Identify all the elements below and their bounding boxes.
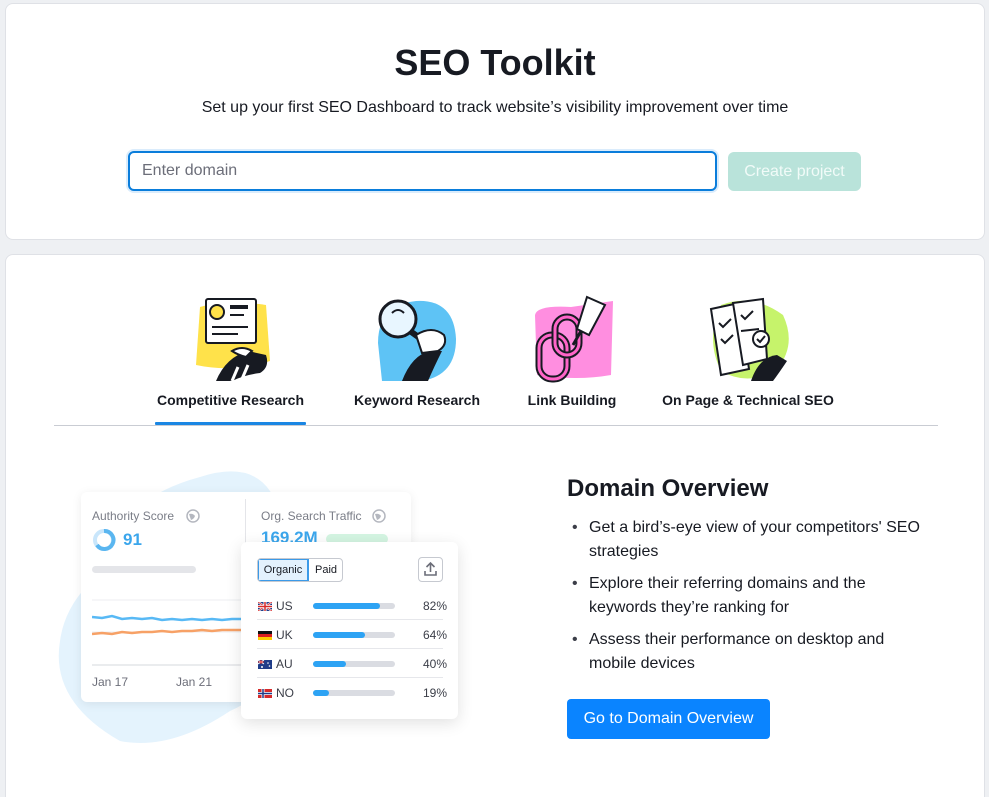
tab-label: Competitive Research — [156, 392, 305, 408]
placeholder-bar — [92, 566, 196, 573]
domain-overview-title: Domain Overview — [567, 475, 769, 502]
organic-toggle-button[interactable]: Organic — [258, 559, 309, 581]
create-project-button[interactable]: Create project — [728, 152, 861, 191]
share-bar-fill — [313, 661, 346, 667]
active-tab-indicator — [155, 422, 306, 425]
competitive-research-illustration-icon — [195, 298, 270, 382]
tab-on-page-technical-seo[interactable]: On Page & Technical SEO — [661, 295, 835, 415]
go-to-domain-overview-button[interactable]: Go to Domain Overview — [567, 699, 770, 739]
share-bar-track — [313, 603, 395, 609]
checklist-illustration-icon — [709, 297, 789, 381]
x-axis-label: Jan 21 — [176, 675, 213, 689]
country-row-no: NO 19% — [257, 677, 447, 706]
organic-paid-toggle: Organic Paid — [257, 558, 343, 582]
org-search-traffic-label: Org. Search Traffic — [261, 509, 362, 523]
bullet-item: Assess their performance on desktop and … — [567, 628, 927, 676]
share-percent: 19% — [422, 686, 447, 700]
share-bar-fill — [313, 690, 329, 696]
country-traffic-panel: Organic Paid US 82% UK 64% AU 40% NO 19% — [241, 542, 458, 719]
country-code: NO — [276, 686, 294, 700]
tabs-divider — [54, 425, 938, 426]
chain-link-illustration-icon — [535, 295, 613, 383]
country-row-uk: UK 64% — [257, 619, 447, 648]
domain-input[interactable] — [128, 151, 717, 191]
page-subtitle: Set up your first SEO Dashboard to track… — [201, 99, 789, 116]
tab-label: Keyword Research — [353, 392, 481, 408]
share-bar-track — [313, 690, 395, 696]
authority-ring-icon — [93, 529, 116, 551]
magnifier-illustration-icon — [378, 299, 456, 381]
tab-label: On Page & Technical SEO — [662, 392, 834, 408]
australia-flag-icon — [258, 660, 272, 669]
paid-toggle-button[interactable]: Paid — [309, 559, 342, 581]
setup-card: SEO Toolkit Set up your first SEO Dashbo… — [5, 3, 985, 240]
share-bar-fill — [313, 603, 381, 609]
share-bar-fill — [313, 632, 366, 638]
tab-link-building[interactable]: Link Building — [524, 295, 620, 415]
authority-score-label: Authority Score — [92, 509, 175, 523]
export-button[interactable] — [418, 557, 443, 582]
tab-keyword-research[interactable]: Keyword Research — [347, 295, 487, 415]
upload-icon — [424, 561, 437, 576]
domain-overview-bullets: Get a bird’s-eye view of your competitor… — [567, 516, 927, 684]
bullet-item: Explore their referring domains and the … — [567, 572, 927, 620]
globe-icon — [186, 509, 200, 523]
share-percent: 40% — [422, 657, 447, 671]
traffic-line-chart — [92, 599, 252, 666]
tab-competitive-research[interactable]: Competitive Research — [155, 295, 306, 415]
share-bar-track — [313, 632, 395, 638]
norway-flag-icon — [258, 689, 272, 698]
country-row-au: AU 40% — [257, 648, 447, 677]
globe-icon — [372, 509, 386, 523]
bullet-item: Get a bird’s-eye view of your competitor… — [567, 516, 927, 564]
authority-score-value: 91 — [123, 530, 142, 549]
share-percent: 64% — [422, 628, 447, 642]
tab-label: Link Building — [527, 392, 617, 408]
germany-flag-icon — [258, 631, 272, 640]
country-code: UK — [276, 628, 293, 642]
share-bar-track — [313, 661, 395, 667]
tools-card: Competitive Research Keyword Research Li… — [5, 254, 985, 797]
country-code: AU — [276, 657, 293, 671]
country-row-us: US 82% — [257, 590, 447, 619]
country-code: US — [276, 599, 293, 613]
x-axis-label: Jan 17 — [92, 675, 129, 689]
uk-flag-icon — [258, 602, 272, 611]
share-percent: 82% — [422, 599, 447, 613]
page-title: SEO Toolkit — [394, 42, 596, 83]
